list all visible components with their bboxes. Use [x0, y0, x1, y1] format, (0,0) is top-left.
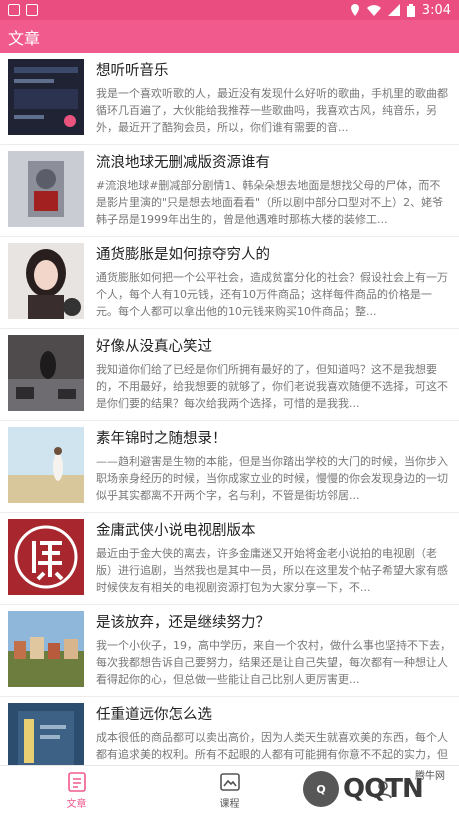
article-item[interactable]: 是该放弃，还是继续努力？ 我一个小伙子，19，高中学历，来自一个农村，做什么事也… [0, 605, 459, 697]
watermark-cn: 腾牛网 [415, 771, 445, 782]
article-summary: 我一个小伙子，19，高中学历，来自一个农村，做什么事也坚持不下去，每次我都想告诉… [96, 639, 451, 686]
article-thumbnail [8, 335, 84, 411]
article-summary: 成本很低的商品都可以卖出高价，因为人类天生就喜欢美的东西，每个人都有追求美的权利… [96, 731, 448, 761]
article-item[interactable]: 金庸武侠小说电视剧版本 最近由于金大侠的离去，许多金庸迷又开始将金老小说拍的电视… [0, 513, 459, 605]
article-item[interactable]: 素年锦时之随想录！ ——趋利避害是生物的本能，但是当你踏出学校的大门的时候，当你… [0, 421, 459, 513]
status-bar: 3:04 [0, 0, 459, 20]
page-title: 文章 [8, 28, 41, 48]
article-item[interactable]: 想听听音乐 我是一个喜欢听歌的人，最近没有发现什么好听的歌曲，手机里的歌曲都循环… [0, 53, 459, 145]
article-thumbnail [8, 703, 84, 765]
article-title: 通货膨胀是如何掠夺穷人的 [96, 247, 270, 263]
article-item[interactable]: 流浪地球无删减版资源谁有 #流浪地球#删减部分剧情1、韩朵朵想去地面是想找父母的… [0, 145, 459, 237]
article-title: 任重道远你怎么选 [96, 707, 212, 723]
article-summary: 我知道你们给了已经是你们所拥有最好的了，但知道吗？这不是我想要的，不用最好，给我… [96, 363, 448, 410]
article-title: 是该放弃，还是继续努力？ [96, 615, 270, 631]
tab-article[interactable]: 文章 [0, 766, 153, 815]
article-thumbnail [8, 151, 84, 227]
app-bar: 文章 [0, 20, 459, 53]
article-title: 金庸武侠小说电视剧版本 [96, 523, 256, 539]
tab-course[interactable]: 课程 [153, 766, 306, 815]
battery-icon [406, 3, 415, 17]
signal-icon [387, 4, 400, 16]
article-thumbnail [8, 427, 84, 503]
article-summary: #流浪地球#删减部分剧情1、韩朵朵想去地面是想找父母的尸体，而不是影片里演的"只… [96, 179, 444, 226]
clock: 3:04 [421, 2, 451, 18]
article-summary: 最近由于金大侠的离去，许多金庸迷又开始将金老小说拍的电视剧（老版）进行追剧，当然… [96, 547, 448, 594]
article-summary: ——趋利避害是生物的本能，但是当你踏出学校的大门的时候，当你步入职场亲身经历的时… [96, 455, 448, 502]
article-title: 好像从没真心笑过 [96, 339, 212, 355]
site-watermark: Q QQTN 腾牛网 [303, 767, 453, 811]
article-list[interactable]: 想听听音乐 我是一个喜欢听歌的人，最近没有发现什么好听的歌曲，手机里的歌曲都循环… [0, 53, 459, 765]
wifi-icon [366, 4, 381, 16]
article-summary: 通货膨胀如何把一个公平社会，造成贫富分化的社会？假设社会上有一万个人，每个人有1… [96, 271, 448, 318]
article-thumbnail [8, 519, 84, 595]
watermark-logo-icon: Q [303, 771, 339, 807]
course-icon [219, 772, 240, 791]
article-title: 素年锦时之随想录！ [96, 431, 227, 447]
article-item[interactable]: 好像从没真心笑过 我知道你们给了已经是你们所拥有最好的了，但知道吗？这不是我想要… [0, 329, 459, 421]
article-title: 流浪地球无删减版资源谁有 [96, 155, 270, 171]
article-item[interactable]: 通货膨胀是如何掠夺穷人的 通货膨胀如何把一个公平社会，造成贫富分化的社会？假设社… [0, 237, 459, 329]
article-item[interactable]: 任重道远你怎么选 成本很低的商品都可以卖出高价，因为人类天生就喜欢美的东西，每个… [0, 697, 459, 765]
tab-label: 文章 [66, 798, 87, 810]
article-thumbnail [8, 59, 84, 135]
article-summary: 我是一个喜欢听歌的人，最近没有发现什么好听的歌曲，手机里的歌曲都循环几百遍了，大… [96, 87, 448, 134]
notification-icon [8, 4, 20, 16]
tab-label: 课程 [219, 798, 240, 810]
app-notification-icon [26, 4, 38, 16]
article-thumbnail [8, 243, 84, 319]
article-thumbnail [8, 611, 84, 687]
watermark-brand: QQTN [343, 774, 424, 804]
article-icon [67, 771, 86, 792]
article-title: 想听听音乐 [96, 63, 169, 79]
location-icon [350, 4, 359, 16]
